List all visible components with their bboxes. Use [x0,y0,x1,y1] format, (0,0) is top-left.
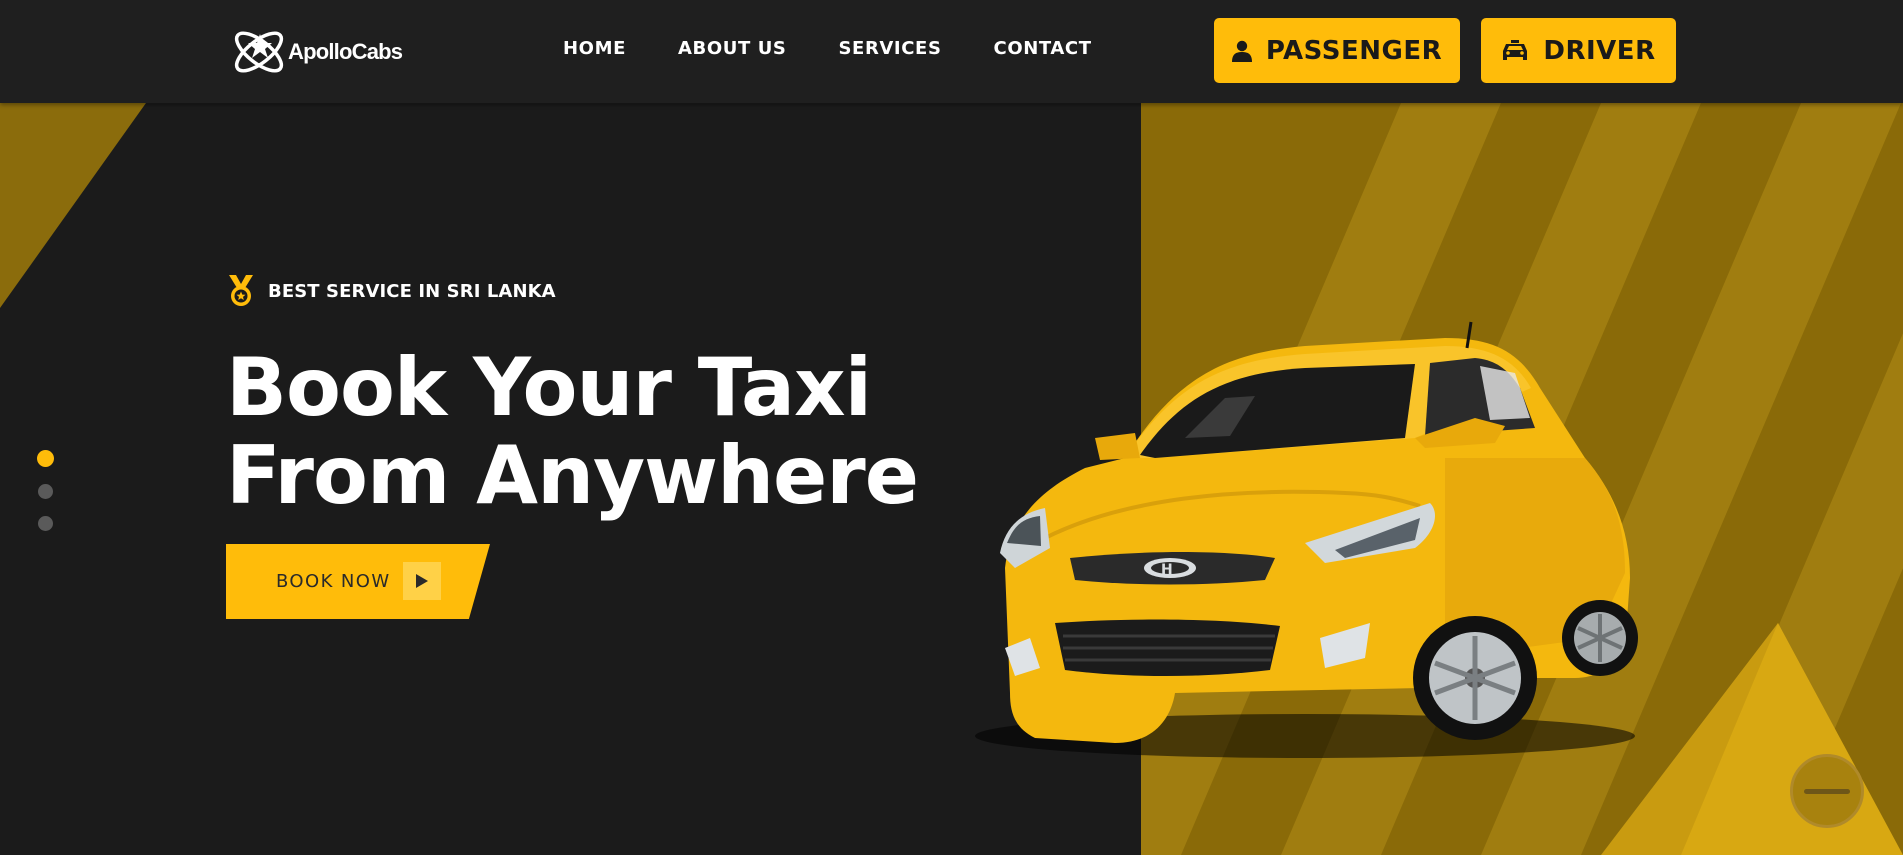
book-now-button[interactable]: BOOK NOW [226,544,490,619]
nav-contact[interactable]: CONTACT [994,38,1092,59]
hero-title: Book Your Taxi From Anywhere [226,341,919,522]
nav-about-us[interactable]: ABOUT US [678,38,787,59]
service-badge: BEST SERVICE IN SRI LANKA [226,275,556,307]
slider-pagination [37,450,54,548]
medal-icon [229,275,253,306]
brand-logo[interactable]: ApolloCabs [226,24,403,76]
driver-button[interactable]: DRIVER [1481,18,1676,83]
book-now-label: BOOK NOW [276,571,391,592]
hero-title-line-2: From Anywhere [226,429,919,522]
scroll-button[interactable] [1790,754,1864,828]
svg-text:H: H [1161,562,1173,578]
brand-name: ApolloCabs [288,39,403,64]
passenger-button-label: PASSENGER [1265,35,1443,66]
slider-dot-3[interactable] [38,516,53,531]
main-nav: HOME ABOUT US SERVICES CONTACT [563,38,1144,59]
hero-title-line-1: Book Your Taxi [226,341,872,434]
slider-dot-1[interactable] [37,450,54,467]
nav-services[interactable]: SERVICES [838,38,941,59]
minus-icon [1804,788,1850,794]
car-icon [1503,39,1528,60]
yellow-taxi-car-image: H [975,321,1638,758]
badge-text: BEST SERVICE IN SRI LANKA [268,280,556,302]
atom-logo-icon [234,31,284,73]
nav-home[interactable]: HOME [563,38,626,59]
decorative-triangle [0,103,146,308]
passenger-button[interactable]: PASSENGER [1214,18,1460,83]
page: ApolloCabs HOME ABOUT US SERVICES CONTAC… [0,0,1903,855]
user-icon [1231,40,1252,62]
site-header: ApolloCabs HOME ABOUT US SERVICES CONTAC… [0,0,1903,103]
driver-button-label: DRIVER [1543,35,1656,66]
play-icon [403,562,441,600]
slider-dot-2[interactable] [38,484,53,499]
